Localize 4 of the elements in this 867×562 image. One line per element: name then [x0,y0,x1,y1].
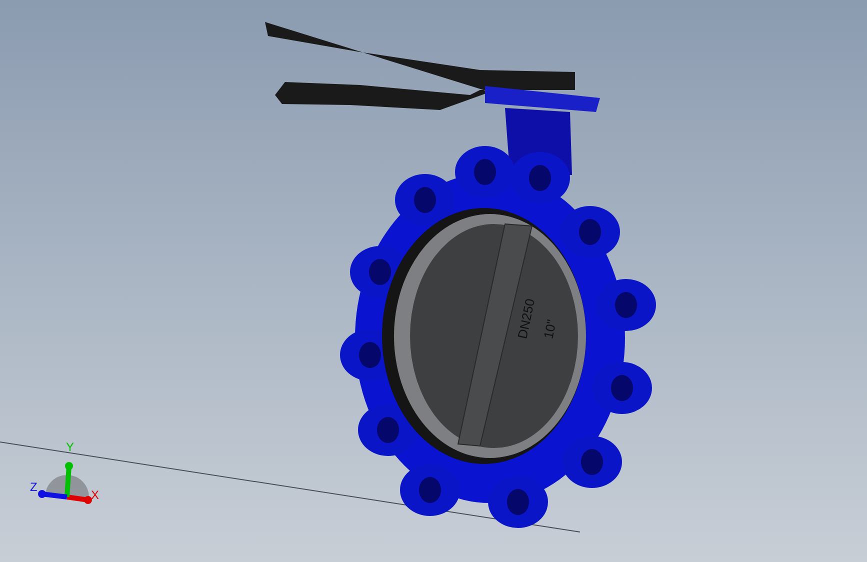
axis-triad-drawing [38,462,92,504]
axis-label: Y [66,441,74,453]
axis-label: Z [30,481,38,493]
axis-label: X [91,489,100,501]
